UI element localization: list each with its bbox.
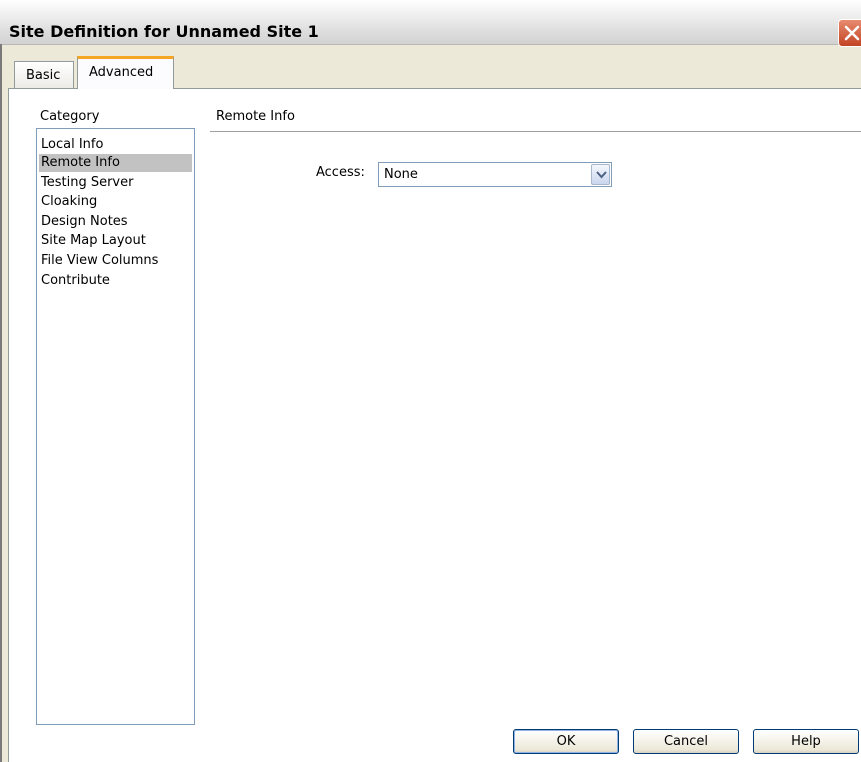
ok-button[interactable]: OK xyxy=(513,729,619,754)
section-divider xyxy=(210,131,861,132)
window-left-border xyxy=(0,44,2,762)
category-item-site-map-layout[interactable]: Site Map Layout xyxy=(39,232,192,250)
access-select-value: None xyxy=(384,167,418,182)
close-button[interactable] xyxy=(838,19,861,47)
title-bar: Site Definition for Unnamed Site 1 xyxy=(0,0,861,47)
cancel-button[interactable]: Cancel xyxy=(633,729,739,754)
category-item-file-view-columns[interactable]: File View Columns xyxy=(39,252,192,270)
chevron-down-icon xyxy=(596,171,607,179)
category-item-local-info[interactable]: Local Info xyxy=(39,136,192,154)
category-label: Category xyxy=(40,109,100,124)
access-dropdown-button[interactable] xyxy=(591,164,610,185)
access-select[interactable]: None xyxy=(378,162,612,187)
window-title: Site Definition for Unnamed Site 1 xyxy=(9,22,319,41)
tab-basic-label: Basic xyxy=(26,68,61,83)
tab-advanced-label: Advanced xyxy=(89,65,154,80)
category-item-contribute[interactable]: Contribute xyxy=(39,272,192,290)
category-item-remote-info[interactable]: Remote Info xyxy=(39,154,192,172)
category-item-testing-server[interactable]: Testing Server xyxy=(39,174,192,192)
help-button[interactable]: Help xyxy=(753,729,859,754)
category-list[interactable]: Local Info Remote Info Testing Server Cl… xyxy=(36,128,195,725)
section-title: Remote Info xyxy=(216,109,295,124)
tab-advanced[interactable]: Advanced xyxy=(77,56,174,89)
tab-basic[interactable]: Basic xyxy=(14,61,74,88)
access-label: Access: xyxy=(316,165,365,180)
category-item-design-notes[interactable]: Design Notes xyxy=(39,213,192,231)
category-item-cloaking[interactable]: Cloaking xyxy=(39,193,192,211)
close-icon xyxy=(844,25,860,41)
